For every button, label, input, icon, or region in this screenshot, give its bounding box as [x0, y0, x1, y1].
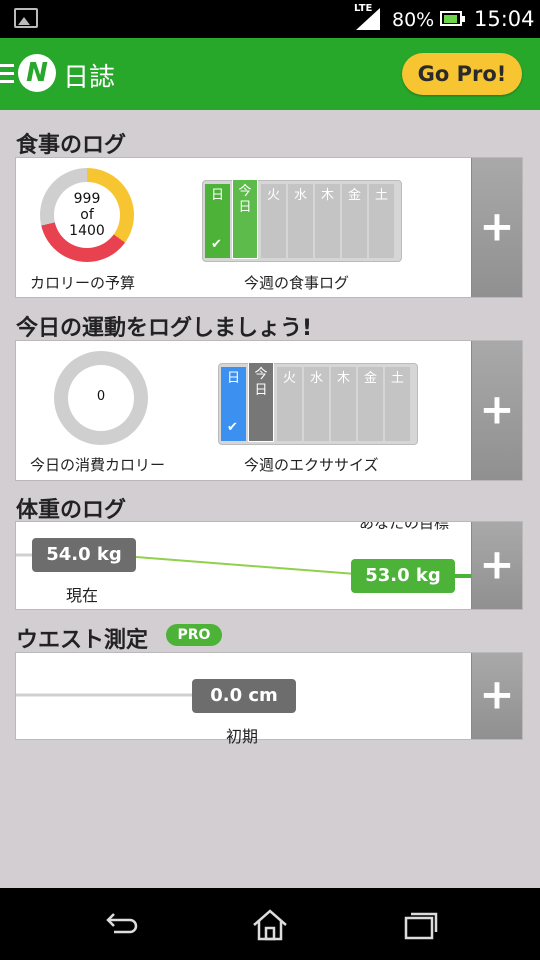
plus-icon: + [479, 669, 515, 719]
exercise-day-sun[interactable]: 日 ✔ [221, 367, 247, 441]
exercise-day-thu[interactable]: 木 [331, 367, 357, 441]
food-log-title: 食事のログ [16, 133, 127, 158]
system-nav-bar [0, 888, 540, 960]
waist-trend-line [16, 693, 194, 697]
calories-burned-caption: 今日の消費カロリー [30, 456, 166, 474]
exercise-log-title: 今日の運動をログしましょう! [16, 316, 313, 341]
goal-weight-label: あなたの目標 [358, 521, 449, 532]
food-day-today[interactable]: 今日 [232, 179, 258, 259]
home-icon[interactable] [250, 908, 290, 942]
food-log-card[interactable]: 999 of 1400 カロリーの予算 日 ✔ 今日 火 水 木 金 土 今週の食… [15, 157, 523, 298]
waist-card[interactable]: 0.0 cm 初期 + [15, 652, 523, 746]
recent-apps-icon[interactable] [400, 908, 440, 942]
calorie-budget-caption: カロリーの予算 [30, 274, 136, 292]
go-pro-button[interactable]: Go Pro! [402, 53, 522, 95]
weight-log-title: 体重のログ [16, 498, 127, 523]
waist-initial-label: 初期 [226, 727, 259, 746]
battery-icon [440, 11, 465, 26]
app-bar: N 日誌 Go Pro! [0, 38, 540, 110]
calories-budget: 1400 [69, 223, 105, 239]
exercise-day-today[interactable]: 今日 [248, 362, 274, 442]
exercise-day-wed[interactable]: 水 [304, 367, 330, 441]
status-bar: LTE 80% 15:04 [0, 0, 540, 38]
exercise-week-strip: 日 ✔ 今日 火 水 木 金 土 [218, 362, 418, 445]
add-food-button[interactable]: + [471, 158, 522, 297]
food-day-wed[interactable]: 水 [288, 184, 314, 258]
food-week-caption: 今週の食事ログ [244, 274, 350, 292]
exercise-day-fri[interactable]: 金 [358, 367, 384, 441]
calorie-budget-chart: 999 of 1400 [40, 168, 134, 262]
waist-initial-tag: 0.0 cm [192, 679, 296, 713]
exercise-day-tue[interactable]: 火 [277, 367, 303, 441]
food-week-strip: 日 ✔ 今日 火 水 木 金 土 [202, 179, 402, 262]
food-day-sat[interactable]: 土 [369, 184, 395, 258]
goal-weight-tag: 53.0 kg [351, 559, 455, 593]
food-day-thu[interactable]: 木 [315, 184, 341, 258]
plus-icon: + [479, 384, 515, 434]
battery-percent: 80% [392, 9, 435, 31]
app-logo[interactable]: N [18, 54, 56, 92]
back-icon[interactable] [100, 908, 140, 942]
picture-notification-icon [14, 8, 38, 28]
exercise-week-caption: 今週のエクササイズ [244, 456, 379, 474]
plus-icon: + [479, 539, 515, 589]
food-day-sun[interactable]: 日 ✔ [205, 184, 231, 258]
page-title: 日誌 [63, 63, 116, 93]
add-waist-button[interactable]: + [471, 653, 522, 739]
check-icon: ✔ [227, 420, 238, 435]
food-day-fri[interactable]: 金 [342, 184, 368, 258]
calories-burned-chart: 0 [54, 351, 148, 445]
clock: 15:04 [474, 7, 535, 31]
calories-current: 999 [73, 191, 101, 207]
add-exercise-button[interactable]: + [471, 341, 522, 480]
plus-icon: + [479, 201, 515, 251]
check-icon: ✔ [211, 237, 222, 252]
current-weight-label: 現在 [66, 586, 99, 605]
current-weight-tag: 54.0 kg [32, 538, 136, 572]
calories-burned-value: 0 [96, 389, 106, 404]
drawer-menu-icon[interactable] [0, 64, 14, 84]
add-weight-button[interactable]: + [471, 522, 522, 609]
exercise-log-card[interactable]: 0 今日の消費カロリー 日 ✔ 今日 火 水 木 金 土 今週のエクササイズ + [15, 340, 523, 481]
signal-icon [356, 8, 380, 30]
food-day-tue[interactable]: 火 [261, 184, 287, 258]
calories-of: of [80, 207, 94, 223]
pro-badge: PRO [166, 624, 222, 646]
weight-log-card[interactable]: 54.0 kg 現在 あなたの目標 53.0 kg + [15, 521, 523, 610]
waist-title: ウエスト測定 [16, 628, 149, 653]
exercise-day-sat[interactable]: 土 [385, 367, 411, 441]
